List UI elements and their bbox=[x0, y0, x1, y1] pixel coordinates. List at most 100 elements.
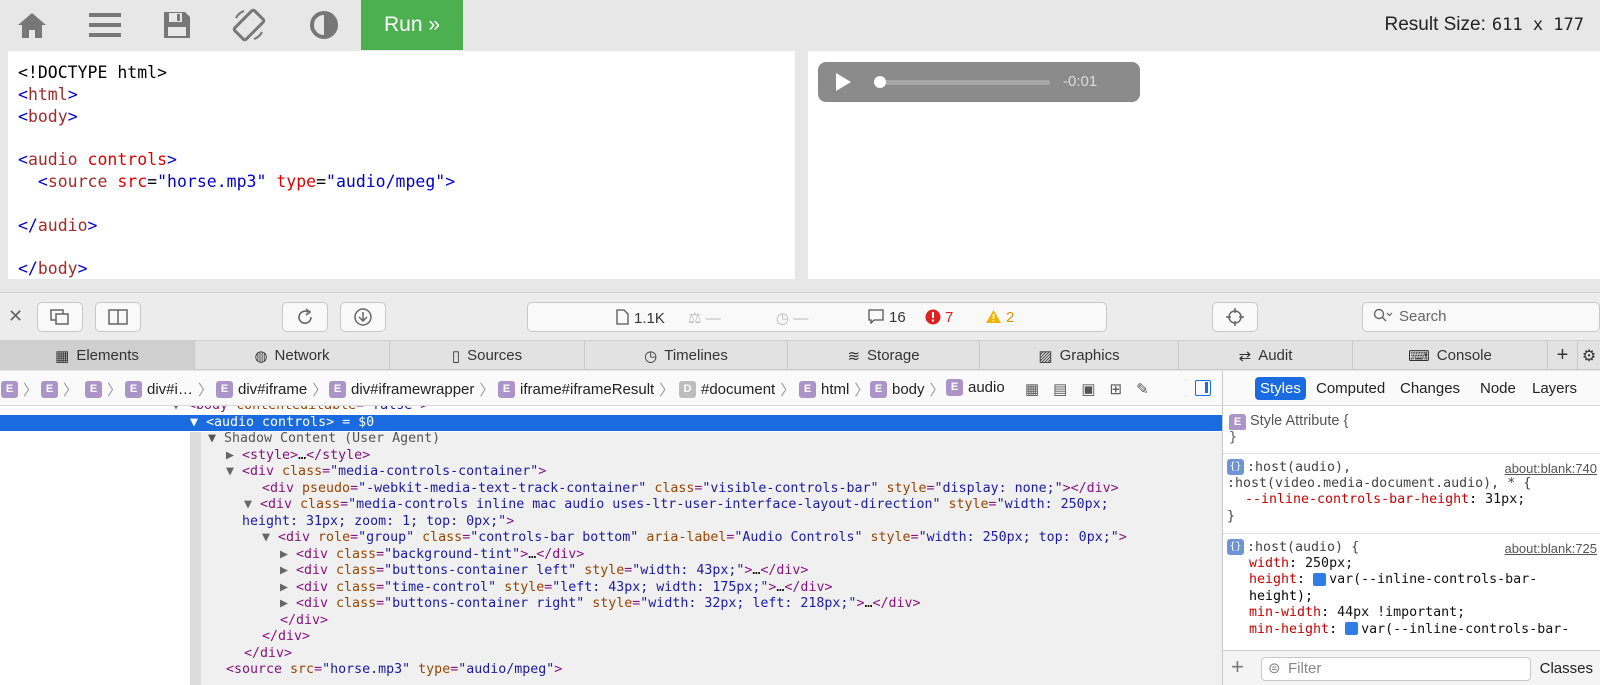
classes-button[interactable]: Classes bbox=[1540, 660, 1593, 677]
dom-node[interactable]: ▼ <body contenteditable="false"> bbox=[0, 406, 1222, 415]
dom-node[interactable]: ▼ <div class="media-controls-container"> bbox=[0, 464, 1222, 481]
breadcrumb-item[interactable]: Ediv#iframewrapper 〉 bbox=[329, 379, 494, 400]
run-button[interactable]: Run » bbox=[361, 0, 463, 50]
breadcrumb-label: body bbox=[892, 381, 925, 398]
css-property[interactable]: height bbox=[1249, 572, 1297, 587]
tab-sources[interactable]: ▯ Sources bbox=[390, 341, 585, 370]
reload-icon[interactable] bbox=[282, 302, 328, 332]
code-editor[interactable]: <!DOCTYPE html> <html> <body> <audio con… bbox=[8, 51, 795, 279]
dom-node[interactable]: ▶ <div class="background-tint">…</div> bbox=[0, 547, 1222, 564]
save-icon[interactable] bbox=[160, 8, 194, 42]
breadcrumb-item[interactable]: E 〉 bbox=[41, 379, 78, 400]
filter-input[interactable]: ⊜ Filter bbox=[1261, 657, 1531, 681]
error-count[interactable]: 7 bbox=[925, 309, 953, 326]
breadcrumb-item[interactable]: D #document 〉 bbox=[679, 379, 795, 400]
dock-side-icon[interactable] bbox=[95, 302, 141, 332]
breadcrumb-item[interactable]: Ebody 〉 bbox=[870, 379, 945, 400]
rule-icon: {} bbox=[1227, 539, 1244, 555]
audio-scrubber[interactable] bbox=[874, 76, 1050, 88]
tab-label: Audit bbox=[1258, 347, 1293, 364]
search-field[interactable]: Search bbox=[1362, 302, 1600, 332]
tab-label: Storage bbox=[867, 347, 920, 364]
dom-node[interactable]: ▶ <div class="buttons-container right" s… bbox=[0, 596, 1222, 613]
breadcrumb-item[interactable]: Eaudio bbox=[946, 379, 1005, 396]
breadcrumb-item[interactable]: Ediv#iframe 〉 bbox=[216, 379, 327, 400]
css-rule[interactable]: about:blank:740 {}:host(audio), :host(vi… bbox=[1223, 459, 1600, 534]
dom-node[interactable]: <div pseudo="-webkit-media-text-track-co… bbox=[0, 481, 1222, 498]
sidebar-tab-styles[interactable]: Styles bbox=[1255, 377, 1306, 400]
rule-icon: {} bbox=[1227, 459, 1244, 475]
tab-network[interactable]: ◍ Network bbox=[195, 341, 390, 370]
element-tools[interactable]: ▦▤▣⊞✎ bbox=[1025, 380, 1163, 398]
contrast-icon[interactable] bbox=[307, 8, 341, 42]
style-attribute-rule[interactable]: E Style Attribute { } bbox=[1223, 413, 1600, 454]
breadcrumb-item[interactable]: E 〉 bbox=[1, 379, 38, 400]
dom-node[interactable]: ▶ <div class="time-control" style="left:… bbox=[0, 580, 1222, 597]
dom-node-close: </div> bbox=[280, 612, 329, 628]
css-value-cont: height); bbox=[1249, 588, 1314, 604]
breadcrumb-label: html bbox=[821, 381, 850, 398]
css-value[interactable]: 44px !important; bbox=[1337, 605, 1465, 620]
sidebar-tab-changes[interactable]: Changes bbox=[1395, 377, 1465, 400]
tab-storage[interactable]: ≋ Storage bbox=[788, 341, 980, 370]
css-value[interactable]: var(--inline-controls-bar- bbox=[1329, 572, 1537, 587]
css-value[interactable]: 31px; bbox=[1485, 492, 1525, 507]
rule-source-link[interactable]: about:blank:725 bbox=[1504, 541, 1597, 556]
variable-icon[interactable] bbox=[1345, 622, 1359, 635]
rotate-icon[interactable] bbox=[232, 8, 266, 42]
css-value[interactable]: var(--inline-controls-bar- bbox=[1361, 622, 1569, 637]
menu-icon[interactable] bbox=[88, 8, 122, 42]
css-property[interactable]: --inline-controls-bar-height bbox=[1245, 492, 1469, 507]
tab-elements[interactable]: ▦ Elements bbox=[0, 341, 195, 370]
scrubber-knob[interactable] bbox=[874, 76, 886, 88]
toggle-sidebar-icon[interactable] bbox=[1195, 380, 1211, 396]
tab-graphics[interactable]: ▨ Graphics bbox=[980, 341, 1179, 370]
css-rule[interactable]: about:blank:725 {}:host(audio) { width: … bbox=[1223, 539, 1600, 650]
settings-icon[interactable]: ⚙ bbox=[1578, 341, 1600, 370]
dom-node[interactable]: ▶ <style>…</style> bbox=[0, 448, 1222, 465]
css-property[interactable]: min-width bbox=[1249, 605, 1321, 620]
breadcrumb-item[interactable]: Eiframe#iframeResult 〉 bbox=[498, 379, 674, 400]
rule-selector: :host(video.media-document.audio), * { bbox=[1227, 475, 1532, 491]
variable-icon[interactable] bbox=[1313, 572, 1327, 586]
dom-node-cont: height: 31px; zoom: 1; top: 0px;"> bbox=[242, 513, 515, 529]
crosshair-icon[interactable] bbox=[1212, 302, 1258, 332]
styles-sidebar: Styles Computed Changes Node Layers E Sty… bbox=[1222, 371, 1600, 685]
css-property[interactable]: min-height bbox=[1249, 622, 1329, 637]
resource-size[interactable]: 1.1K bbox=[616, 309, 665, 327]
breadcrumb-label: div#i… bbox=[147, 381, 193, 398]
home-icon[interactable] bbox=[15, 8, 49, 42]
warning-count-value: 2 bbox=[1006, 309, 1015, 326]
rule-source-link[interactable]: about:blank:740 bbox=[1504, 461, 1597, 476]
sidebar-tab-node[interactable]: Node bbox=[1475, 377, 1521, 400]
play-icon[interactable] bbox=[836, 73, 851, 91]
log-count[interactable]: 16 bbox=[868, 309, 906, 326]
add-tab-icon[interactable]: + bbox=[1548, 341, 1578, 370]
dom-node[interactable]: ▼ <div class="media-controls inline mac … bbox=[0, 497, 1222, 514]
sources-icon: ▯ bbox=[451, 347, 461, 365]
tab-console[interactable]: ⌨ Console bbox=[1353, 341, 1548, 370]
warning-count[interactable]: 2 bbox=[985, 309, 1014, 326]
tab-timelines[interactable]: ◷ Timelines bbox=[585, 341, 788, 370]
tab-audit[interactable]: ⇄ Audit bbox=[1179, 341, 1353, 370]
dom-node-selected[interactable]: ▼ <audio controls> = $0 bbox=[0, 414, 1222, 431]
close-icon[interactable]: ✕ bbox=[8, 306, 23, 327]
add-rule-icon[interactable]: + bbox=[1231, 654, 1244, 680]
dom-node[interactable]: <source src="horse.mp3" type="audio/mpeg… bbox=[0, 662, 1222, 679]
dom-node[interactable]: ▼ <div role="group" class="controls-bar … bbox=[0, 530, 1222, 547]
breadcrumb-item[interactable]: E 〉 bbox=[85, 379, 122, 400]
search-placeholder: Search bbox=[1399, 308, 1447, 325]
undock-icon[interactable] bbox=[37, 302, 83, 332]
css-property[interactable]: width bbox=[1249, 556, 1289, 571]
download-icon[interactable] bbox=[340, 302, 386, 332]
storage-icon: ≋ bbox=[847, 347, 861, 365]
css-value[interactable]: 250px; bbox=[1305, 556, 1353, 571]
dom-node[interactable]: ▶ <div class="buttons-container left" st… bbox=[0, 563, 1222, 580]
breadcrumb-item[interactable]: Ediv#i… 〉 bbox=[125, 379, 213, 400]
breadcrumb-item[interactable]: Ehtml 〉 bbox=[799, 379, 869, 400]
sidebar-tab-computed[interactable]: Computed bbox=[1311, 377, 1390, 400]
breadcrumb-label: div#iframewrapper bbox=[351, 381, 475, 398]
sidebar-tab-layers[interactable]: Layers bbox=[1527, 377, 1582, 400]
dom-node[interactable]: ▼ Shadow Content (User Agent) bbox=[0, 431, 1222, 448]
